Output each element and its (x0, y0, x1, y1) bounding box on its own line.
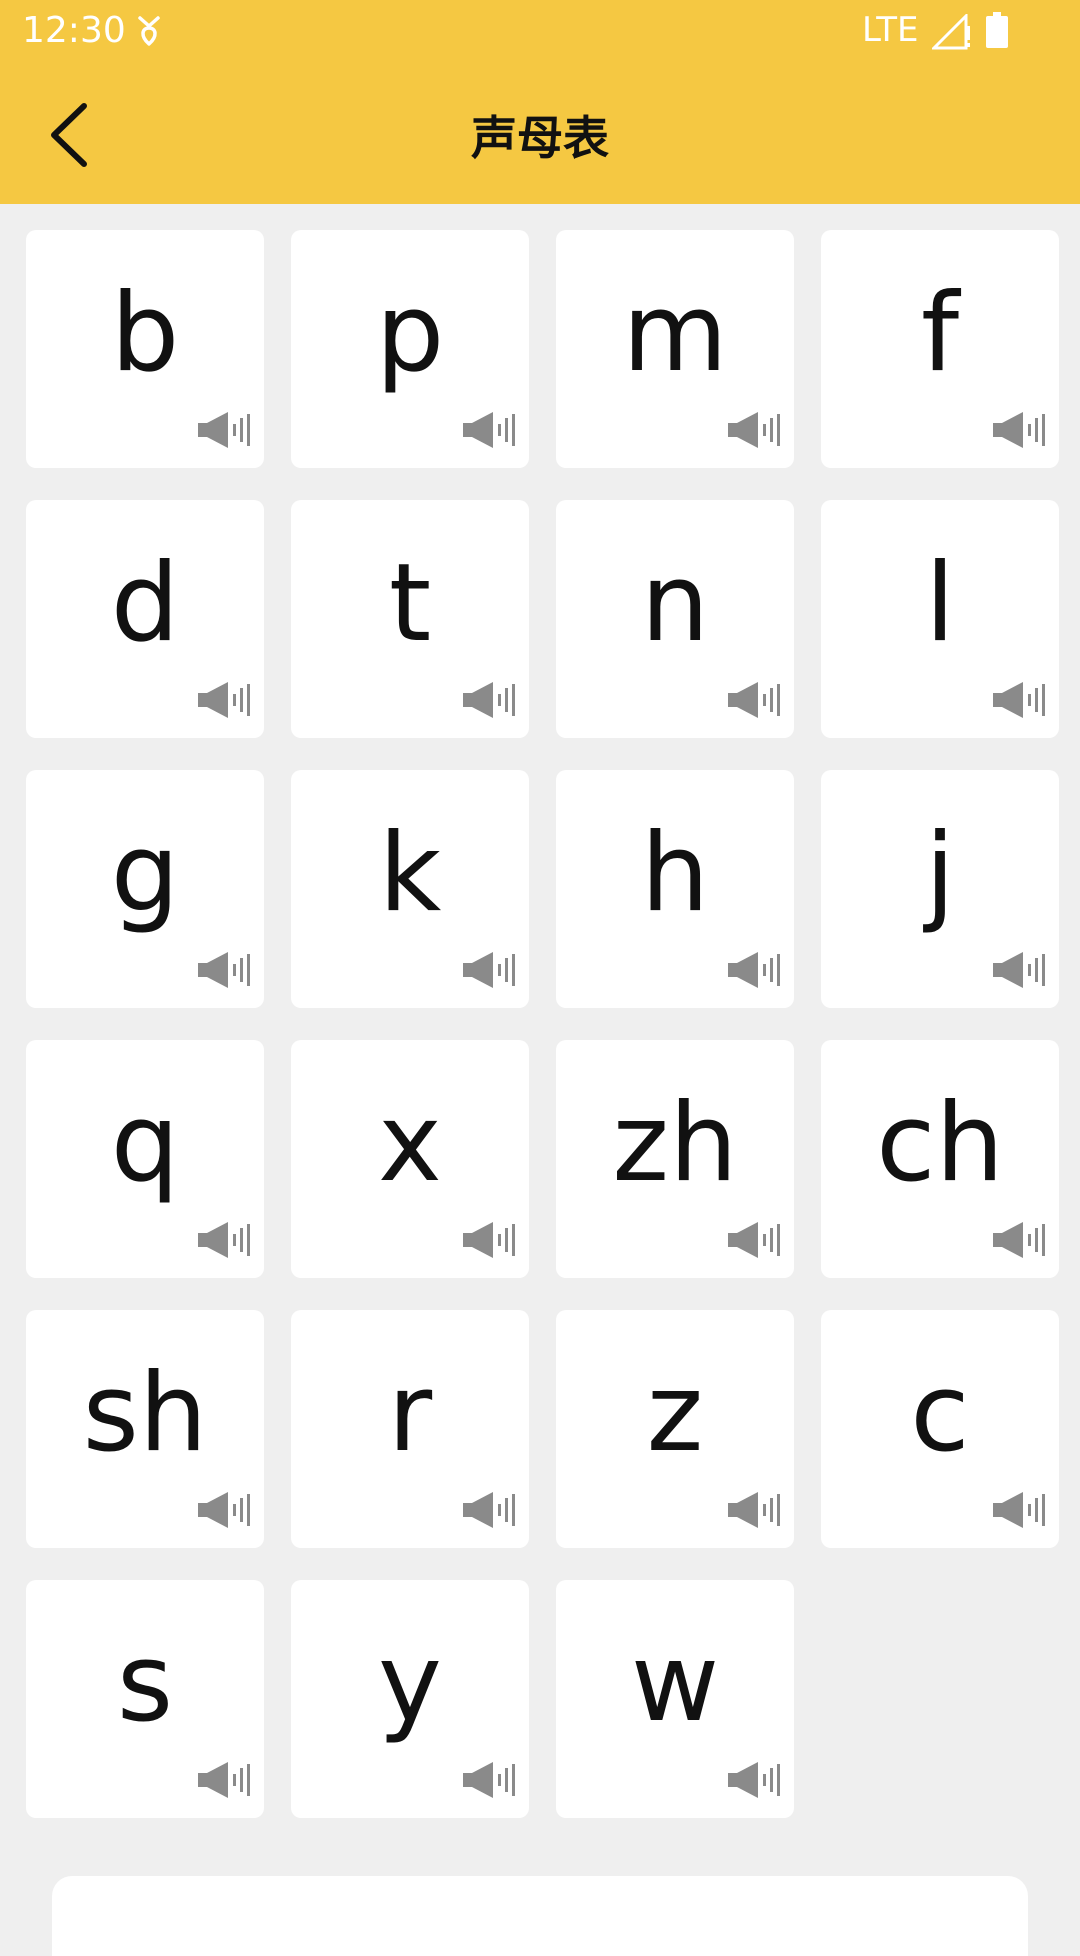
initial-card-s[interactable]: s (26, 1580, 264, 1818)
speaker-icon[interactable] (198, 1222, 250, 1258)
initial-letter: k (378, 811, 442, 936)
speaker-icon[interactable] (993, 952, 1045, 988)
initial-card-f[interactable]: f (821, 230, 1059, 468)
initial-card-y[interactable]: y (291, 1580, 529, 1818)
initial-letter: g (110, 811, 180, 936)
initial-letter: zh (612, 1081, 738, 1206)
initial-card-sh[interactable]: sh (26, 1310, 264, 1548)
initial-card-h[interactable]: h (556, 770, 794, 1008)
speaker-icon[interactable] (198, 1492, 250, 1528)
initial-card-m[interactable]: m (556, 230, 794, 468)
speaker-icon[interactable] (198, 412, 250, 448)
initial-card-r[interactable]: r (291, 1310, 529, 1548)
initial-card-b[interactable]: b (26, 230, 264, 468)
speaker-icon[interactable] (463, 412, 515, 448)
initial-letter: j (924, 811, 955, 936)
initial-letter: sh (82, 1351, 208, 1476)
speaker-icon[interactable] (728, 682, 780, 718)
initial-letter: b (110, 271, 180, 396)
speaker-icon[interactable] (198, 1762, 250, 1798)
initial-card-j[interactable]: j (821, 770, 1059, 1008)
speaker-icon[interactable] (463, 952, 515, 988)
speaker-icon[interactable] (993, 412, 1045, 448)
initial-letter: c (910, 1351, 970, 1476)
initial-letter: q (110, 1081, 180, 1206)
speaker-icon[interactable] (728, 1492, 780, 1528)
initial-card-l[interactable]: l (821, 500, 1059, 738)
initial-letter: t (388, 541, 432, 666)
speaker-icon[interactable] (463, 682, 515, 718)
initial-letter: m (622, 271, 728, 396)
initial-letter: h (640, 811, 710, 936)
initial-letter: n (640, 541, 710, 666)
initials-grid: b p m f d t n l g k h j q x zh ch sh r z c s y w (0, 0, 1080, 1920)
initial-card-zh[interactable]: zh (556, 1040, 794, 1278)
initial-letter: p (375, 271, 445, 396)
initial-card-n[interactable]: n (556, 500, 794, 738)
initial-card-k[interactable]: k (291, 770, 529, 1008)
initial-letter: x (378, 1081, 442, 1206)
initial-letter: w (630, 1621, 720, 1746)
initial-card-w[interactable]: w (556, 1580, 794, 1818)
initial-letter: f (920, 271, 960, 396)
speaker-icon[interactable] (728, 1222, 780, 1258)
speaker-icon[interactable] (728, 952, 780, 988)
speaker-icon[interactable] (463, 1492, 515, 1528)
speaker-icon[interactable] (198, 682, 250, 718)
bottom-panel (52, 1876, 1028, 1956)
initial-letter: s (116, 1621, 174, 1746)
speaker-icon[interactable] (993, 1222, 1045, 1258)
initial-card-t[interactable]: t (291, 500, 529, 738)
initial-card-ch[interactable]: ch (821, 1040, 1059, 1278)
initial-letter: l (924, 541, 955, 666)
initial-letter: y (378, 1621, 442, 1746)
initial-letter: d (110, 541, 180, 666)
speaker-icon[interactable] (993, 682, 1045, 718)
initial-card-q[interactable]: q (26, 1040, 264, 1278)
speaker-icon[interactable] (463, 1762, 515, 1798)
initial-card-d[interactable]: d (26, 500, 264, 738)
speaker-icon[interactable] (728, 1762, 780, 1798)
initial-card-p[interactable]: p (291, 230, 529, 468)
initial-letter: r (387, 1351, 433, 1476)
initial-card-g[interactable]: g (26, 770, 264, 1008)
initial-card-c[interactable]: c (821, 1310, 1059, 1548)
initial-letter: z (646, 1351, 704, 1476)
initial-card-x[interactable]: x (291, 1040, 529, 1278)
speaker-icon[interactable] (993, 1492, 1045, 1528)
speaker-icon[interactable] (728, 412, 780, 448)
initial-letter: ch (876, 1081, 1004, 1206)
speaker-icon[interactable] (198, 952, 250, 988)
speaker-icon[interactable] (463, 1222, 515, 1258)
initial-card-z[interactable]: z (556, 1310, 794, 1548)
